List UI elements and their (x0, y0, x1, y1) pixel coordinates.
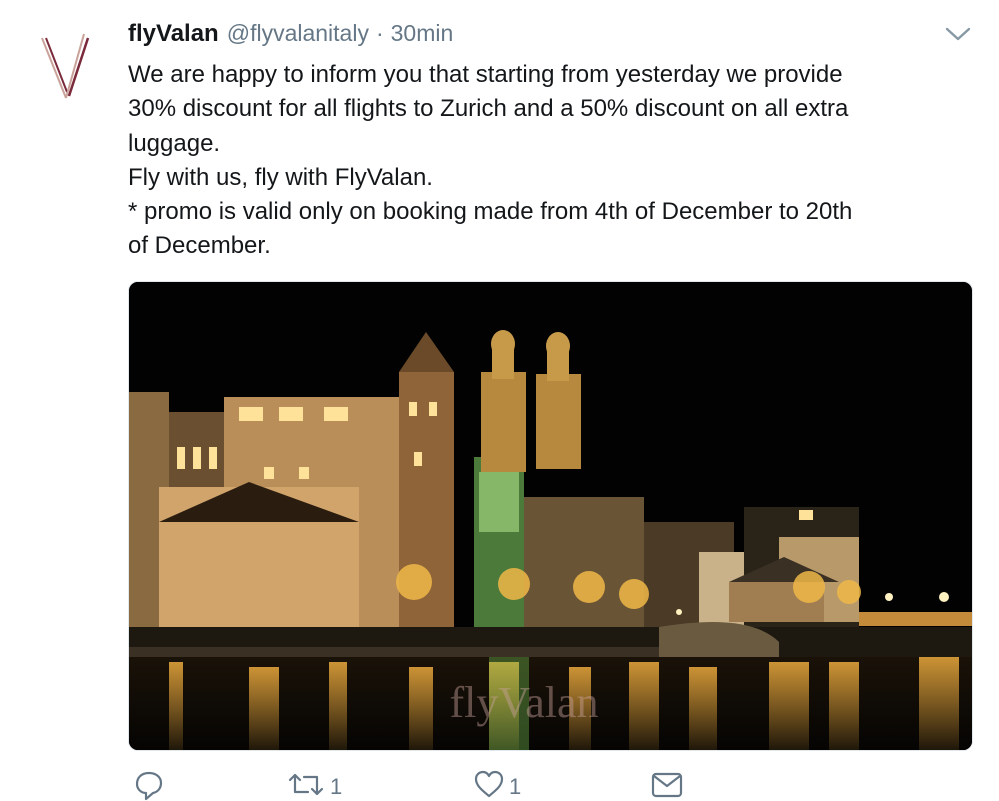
tweet-text: We are happy to inform you that starting… (128, 58, 968, 264)
avatar[interactable] (36, 26, 92, 106)
tweet-text-line: We are happy to inform you that starting… (128, 61, 843, 88)
tweet-text-line: Fly with us, fly with FlyValan. (128, 163, 433, 191)
retweet-icon (288, 773, 324, 796)
flyvalan-logo-icon (41, 33, 90, 99)
tweet-actions: 1 1 (128, 768, 973, 801)
zurich-night-photo: flyValan (129, 282, 972, 750)
retweet-button[interactable]: 1 (286, 768, 342, 801)
reply-button[interactable] (134, 768, 164, 801)
chevron-down-icon (945, 27, 971, 41)
heart-icon (474, 770, 504, 798)
display-name[interactable]: flyValan (128, 20, 219, 48)
like-button[interactable]: 1 (473, 768, 521, 801)
tweet-media-image[interactable]: flyValan (128, 281, 973, 751)
tweet-text-line: of December. (128, 232, 271, 260)
retweet-count: 1 (330, 774, 343, 799)
media-watermark: flyValan (449, 678, 598, 727)
envelope-icon (651, 772, 683, 798)
timestamp[interactable]: 30min (391, 20, 454, 47)
header-separator: · (375, 20, 384, 46)
direct-message-button[interactable] (650, 768, 684, 801)
tweet-text-line: luggage. (128, 129, 221, 157)
tweet-header: flyValan @flyvalanitaly · 30min (128, 20, 453, 50)
reply-icon (135, 771, 163, 801)
tweet-menu-button[interactable] (944, 24, 972, 44)
tweet-text-line: * promo is valid only on booking made fr… (128, 198, 853, 226)
like-count: 1 (509, 774, 522, 799)
tweet-text-line: 30% discount for all flights to Zurich a… (128, 95, 849, 123)
user-handle[interactable]: @flyvalanitaly (227, 20, 369, 47)
